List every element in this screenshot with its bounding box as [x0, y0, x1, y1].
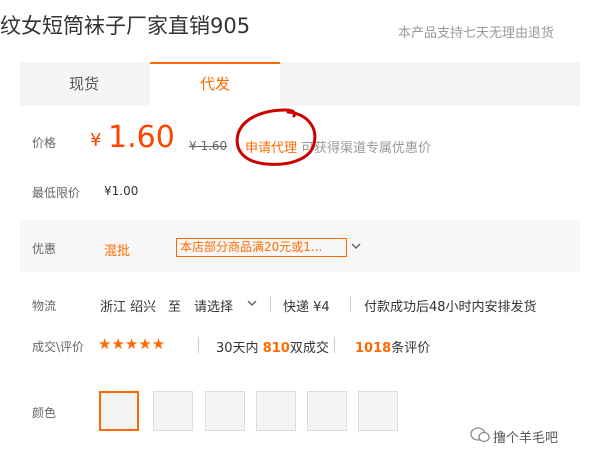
delivery-promise: 付款成功后48小时内安排发货	[364, 300, 537, 315]
price-value: 1.60	[108, 120, 175, 155]
ship-to-label: 至	[168, 300, 182, 315]
divider	[198, 337, 199, 353]
price-currency: ¥	[90, 130, 102, 151]
sold-count-text: 30天内 810双成交	[216, 337, 329, 356]
destination-select[interactable]: 请选择	[194, 296, 233, 315]
divider	[334, 337, 335, 353]
wechat-icon	[470, 427, 490, 443]
product-title: 纹女短筒袜子厂家直销905	[0, 14, 251, 38]
color-option[interactable]	[99, 391, 139, 431]
chevron-down-icon[interactable]	[246, 298, 258, 308]
min-price-label: 最低限价	[32, 186, 81, 200]
tab-in-stock[interactable]: 现货	[34, 62, 134, 106]
color-option[interactable]	[358, 391, 398, 431]
tab-dropship[interactable]: 代发	[150, 62, 280, 106]
sold-prefix: 30天内	[216, 341, 259, 356]
min-price-value: ¥1.00	[104, 184, 139, 198]
tab-bar: 现货 代发	[20, 62, 580, 106]
review-suffix: 条评价	[391, 341, 431, 356]
rating-stars: ★★★★★	[98, 335, 166, 353]
original-price: ¥ 1.60	[189, 139, 228, 153]
divider	[350, 296, 351, 312]
ship-origin: 浙江 绍兴	[100, 300, 157, 315]
deals-label: 成交\评价	[32, 340, 85, 354]
color-option[interactable]	[205, 391, 245, 431]
color-option[interactable]	[256, 391, 296, 431]
color-option[interactable]	[153, 391, 193, 431]
chevron-down-icon[interactable]	[350, 241, 362, 251]
review-count: 1018	[355, 341, 392, 356]
promo-label: 优惠	[32, 242, 57, 256]
promo-tag[interactable]: 本店部分商品满20元或1...	[176, 238, 347, 257]
color-option[interactable]	[307, 391, 347, 431]
color-label: 颜色	[32, 406, 57, 420]
divider	[270, 296, 271, 312]
watermark: 撸个羊毛吧	[493, 431, 559, 446]
hand-drawn-circle-icon	[235, 108, 317, 166]
promo-type: 混批	[104, 244, 131, 259]
shipping-fee: 快递 ¥4	[283, 300, 330, 315]
sold-suffix: 双成交	[289, 341, 329, 356]
sold-count: 810	[262, 341, 290, 356]
price-label: 价格	[32, 136, 57, 150]
return-guarantee: 本产品支持七天无理由退货	[398, 26, 555, 41]
review-count-text[interactable]: 1018条评价	[355, 337, 430, 356]
logistics-label: 物流	[32, 299, 57, 313]
